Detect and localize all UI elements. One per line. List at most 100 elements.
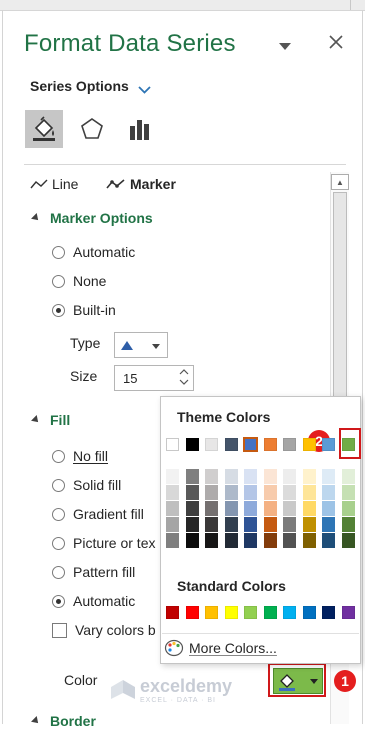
theme-shade-swatch[interactable] (185, 533, 199, 548)
theme-shade-swatch[interactable] (205, 501, 218, 516)
radio-circle[interactable] (52, 478, 65, 492)
theme-shade-swatch[interactable] (224, 533, 238, 548)
radio-circle[interactable] (52, 565, 65, 579)
standard-color-swatch[interactable] (244, 606, 257, 619)
theme-shade-swatch[interactable] (322, 533, 335, 548)
radio-picture-fill[interactable]: Picture or tex (52, 535, 155, 551)
theme-shade-swatch[interactable] (283, 469, 296, 484)
theme-shade-swatch[interactable] (263, 469, 277, 484)
theme-shade-swatch[interactable] (283, 517, 296, 532)
chevron-down-icon[interactable] (138, 81, 151, 99)
border-section[interactable]: Border (31, 713, 96, 729)
theme-color-swatch[interactable] (322, 438, 335, 451)
theme-shade-swatch[interactable] (205, 485, 218, 500)
theme-shade-swatch[interactable] (205, 517, 218, 532)
standard-color-swatch[interactable] (283, 606, 296, 619)
radio-circle[interactable] (52, 245, 65, 259)
radio-circle[interactable] (52, 507, 65, 521)
radio-marker-built-in[interactable]: Built-in (52, 302, 116, 318)
theme-shade-swatch[interactable] (244, 485, 257, 500)
radio-no-fill[interactable]: No fill (52, 448, 108, 464)
theme-shade-swatch[interactable] (244, 501, 257, 516)
standard-color-swatch[interactable] (185, 606, 199, 619)
standard-color-swatch[interactable] (322, 606, 335, 619)
radio-pattern-fill[interactable]: Pattern fill (52, 564, 135, 580)
theme-shade-swatch[interactable] (263, 533, 277, 548)
theme-color-swatch[interactable] (243, 437, 258, 452)
tab-series-options[interactable] (121, 110, 159, 148)
theme-shade-swatch[interactable] (205, 469, 218, 484)
close-pane-button[interactable] (329, 33, 343, 54)
tab-fill-line[interactable] (25, 110, 63, 148)
theme-color-swatch[interactable] (166, 438, 179, 451)
radio-automatic-fill[interactable]: Automatic (52, 593, 135, 609)
theme-shade-swatch[interactable] (244, 517, 257, 532)
subtab-marker[interactable]: Marker (106, 176, 176, 192)
theme-shade-swatch[interactable] (302, 469, 316, 484)
theme-color-swatch[interactable] (224, 438, 238, 451)
theme-shade-swatch[interactable] (322, 517, 335, 532)
theme-color-swatch[interactable] (302, 438, 316, 451)
standard-color-swatch[interactable] (302, 606, 316, 619)
theme-shade-swatch[interactable] (341, 517, 355, 532)
marker-size-spinner[interactable]: 15 (114, 365, 194, 391)
theme-shade-swatch[interactable] (185, 517, 199, 532)
theme-shade-swatch[interactable] (166, 485, 179, 500)
theme-shade-swatch[interactable] (341, 501, 355, 516)
subtab-line[interactable]: Line (30, 176, 78, 192)
theme-shade-swatch[interactable] (302, 533, 316, 548)
scroll-thumb[interactable] (333, 192, 347, 404)
theme-shade-swatch[interactable] (302, 501, 316, 516)
theme-shade-swatch[interactable] (322, 485, 335, 500)
theme-shade-swatch[interactable] (185, 485, 199, 500)
theme-shade-swatch[interactable] (263, 517, 277, 532)
marker-options-section[interactable]: Marker Options (31, 210, 153, 226)
series-options-dropdown[interactable]: Series Options (30, 78, 129, 94)
radio-marker-none[interactable]: None (52, 273, 106, 289)
tab-effects[interactable] (73, 110, 111, 148)
theme-shade-swatch[interactable] (224, 485, 238, 500)
marker-type-dropdown[interactable] (114, 332, 168, 358)
radio-gradient-fill[interactable]: Gradient fill (52, 506, 144, 522)
standard-color-swatch[interactable] (263, 606, 277, 619)
theme-shade-swatch[interactable] (322, 501, 335, 516)
vary-colors-checkbox-row[interactable]: Vary colors b (52, 622, 156, 638)
theme-color-swatch[interactable] (185, 438, 199, 451)
standard-color-swatch[interactable] (341, 606, 355, 619)
theme-shade-swatch[interactable] (166, 517, 179, 532)
theme-color-swatch[interactable] (283, 438, 296, 451)
theme-shade-swatch[interactable] (185, 501, 199, 516)
theme-shade-swatch[interactable] (263, 501, 277, 516)
theme-shade-swatch[interactable] (341, 469, 355, 484)
radio-circle[interactable] (52, 449, 65, 463)
theme-shade-swatch[interactable] (283, 501, 296, 516)
fill-color-button[interactable] (268, 663, 326, 697)
theme-shade-swatch[interactable] (166, 533, 179, 548)
vary-colors-checkbox[interactable] (52, 622, 67, 638)
radio-circle-selected[interactable] (52, 303, 65, 317)
fill-section[interactable]: Fill (31, 412, 70, 428)
theme-shade-swatch[interactable] (302, 517, 316, 532)
theme-shade-swatch[interactable] (224, 469, 238, 484)
theme-shade-swatch[interactable] (224, 517, 238, 532)
theme-shade-swatch[interactable] (341, 485, 355, 500)
radio-solid-fill[interactable]: Solid fill (52, 477, 121, 493)
theme-color-swatch[interactable] (341, 438, 355, 451)
pane-options-dropdown[interactable] (279, 38, 291, 56)
spinner-arrows-icon[interactable] (178, 366, 190, 388)
theme-shade-swatch[interactable] (244, 533, 257, 548)
theme-color-swatch[interactable] (263, 438, 277, 451)
radio-circle[interactable] (52, 274, 65, 288)
theme-color-swatch[interactable] (205, 438, 218, 451)
theme-shade-swatch[interactable] (322, 469, 335, 484)
standard-color-swatch[interactable] (166, 606, 179, 619)
more-colors-button[interactable]: More Colors... (164, 639, 277, 657)
radio-circle-selected[interactable] (52, 594, 65, 608)
fill-color-swatch[interactable] (273, 668, 323, 694)
radio-circle[interactable] (52, 536, 65, 550)
standard-color-swatch[interactable] (205, 606, 218, 619)
theme-shade-swatch[interactable] (244, 469, 257, 484)
radio-marker-automatic[interactable]: Automatic (52, 244, 135, 260)
theme-shade-swatch[interactable] (302, 485, 316, 500)
theme-shade-swatch[interactable] (166, 469, 179, 484)
